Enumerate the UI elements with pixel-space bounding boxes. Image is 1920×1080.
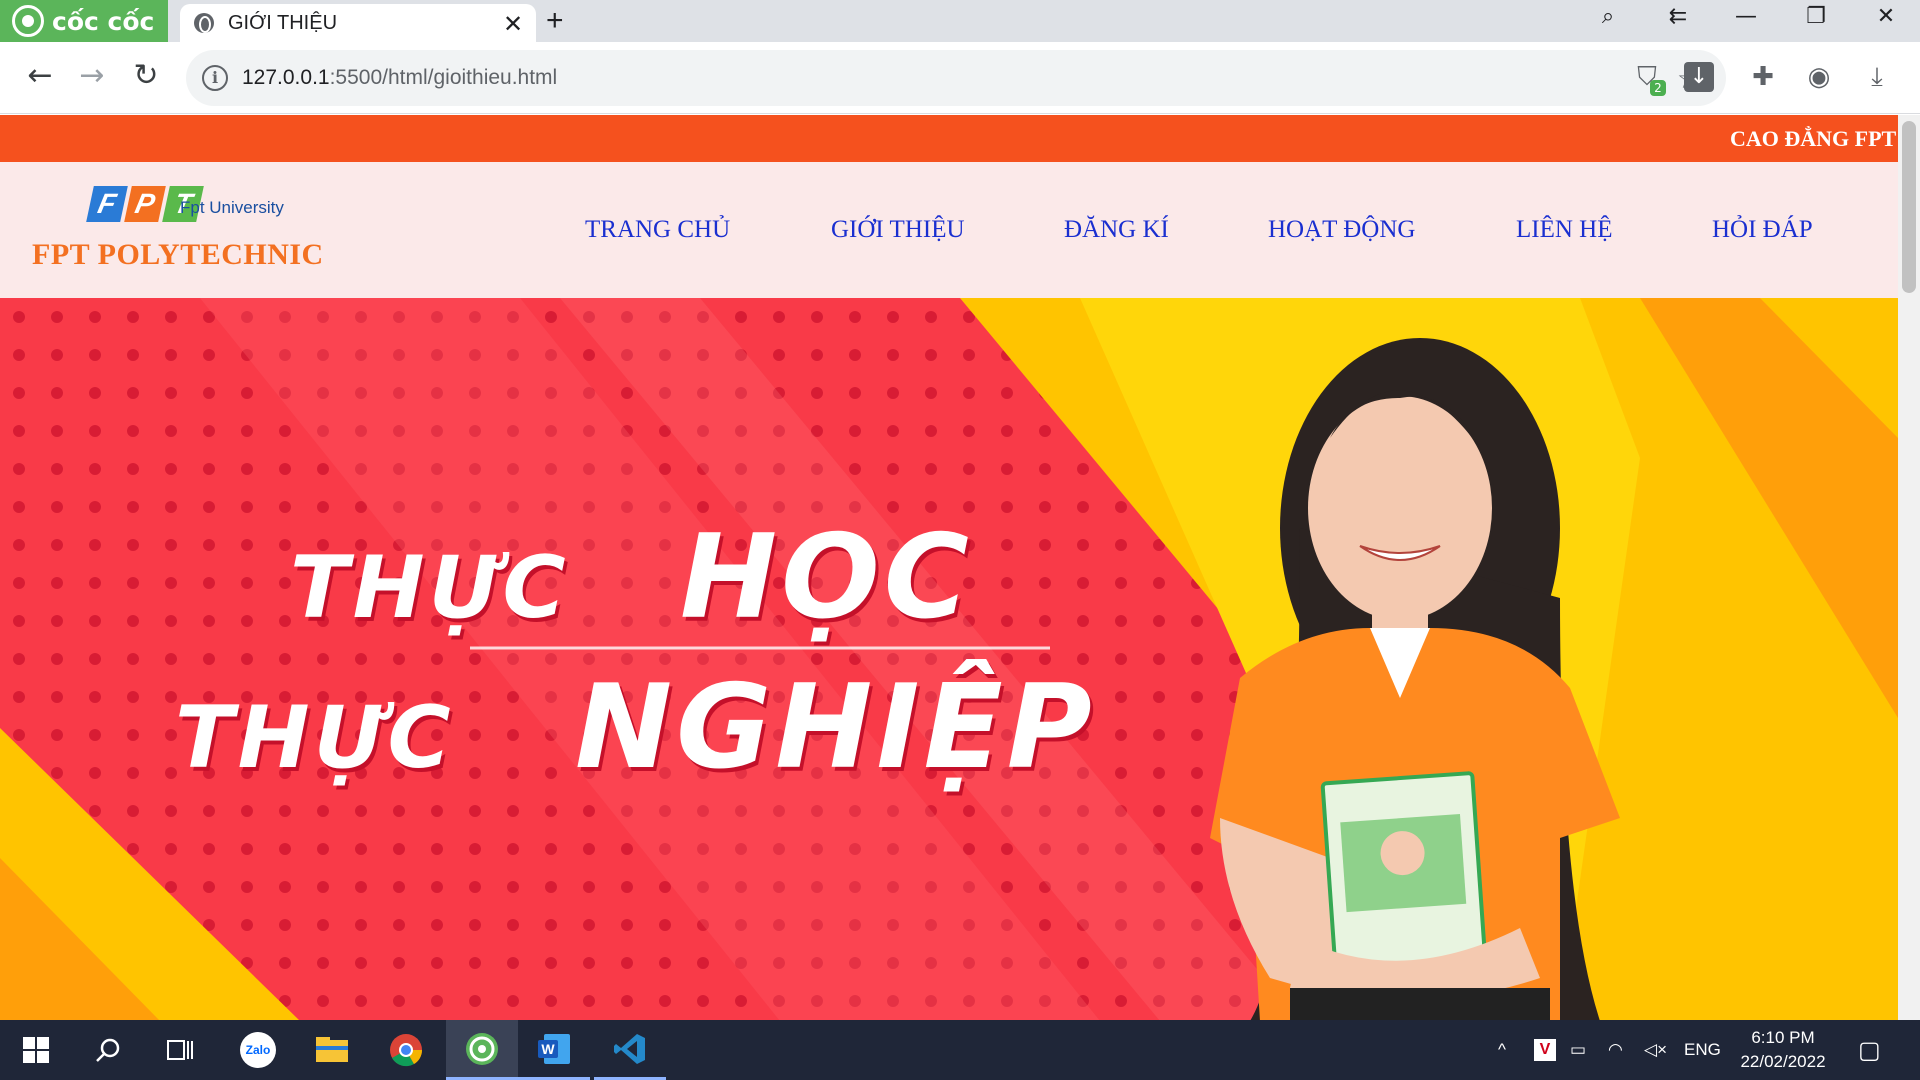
- show-hidden-icons[interactable]: ^: [1498, 1020, 1506, 1080]
- vietkey-icon[interactable]: V: [1534, 1020, 1556, 1080]
- address-bar[interactable]: i 127.0.0.1:5500/html/gioithieu.html ☆: [186, 50, 1726, 106]
- extensions-puzzle-icon[interactable]: ✚: [1748, 62, 1778, 92]
- browser-brand-button[interactable]: cốc cốc: [0, 0, 168, 42]
- browser-toolbar: ← → ↻ i 127.0.0.1:5500/html/gioithieu.ht…: [0, 42, 1920, 114]
- wifi-icon[interactable]: ◠: [1608, 1020, 1623, 1080]
- clock-time: 6:10 PM: [1751, 1028, 1815, 1047]
- task-view-button[interactable]: [144, 1020, 216, 1080]
- hero-text-nghiep: NGHIỆP: [575, 660, 1096, 795]
- extension-badge: 2: [1650, 80, 1666, 96]
- taskbar-zalo[interactable]: Zalo: [222, 1020, 294, 1080]
- downloads-icon[interactable]: ⤓: [1862, 62, 1892, 92]
- forward-button[interactable]: →: [72, 58, 112, 93]
- search-button[interactable]: [72, 1020, 144, 1080]
- coccoc-icon: [466, 1032, 498, 1065]
- hero-text-thuc-1: THỰC: [290, 538, 570, 638]
- taskbar-file-explorer[interactable]: [296, 1020, 368, 1080]
- language-indicator[interactable]: ENG: [1684, 1020, 1721, 1080]
- tab-gioi-thieu[interactable]: GIỚI THIỆU ✕: [180, 4, 536, 42]
- hero-banner: THỰC HỌC THỰC NGHIỆP: [0, 298, 1898, 1021]
- adblock-shield-icon[interactable]: ⛉ 2: [1632, 62, 1666, 96]
- vietkey-v-icon: V: [1534, 1039, 1556, 1061]
- page-search-icon[interactable]: ⌕: [1588, 4, 1628, 29]
- nav-gioi-thieu[interactable]: GIỚI THIỆU: [831, 216, 965, 244]
- hero-text-hoc: HỌC: [680, 510, 973, 645]
- restore-button[interactable]: ❐: [1796, 4, 1836, 29]
- volume-muted-icon[interactable]: ◁×: [1644, 1020, 1667, 1080]
- battery-icon[interactable]: ▭: [1570, 1020, 1586, 1080]
- close-tab-icon[interactable]: ✕: [500, 10, 526, 39]
- svg-text:W: W: [541, 1041, 555, 1057]
- windows-taskbar: Zalo W ^ V ▭ ◠ ◁× ENG 6:10 PM 22/02/2022…: [0, 1020, 1920, 1080]
- url-text[interactable]: 127.0.0.1:5500/html/gioithieu.html: [242, 66, 557, 90]
- word-icon: W: [538, 1033, 570, 1064]
- back-button[interactable]: ←: [20, 58, 60, 93]
- vscode-icon: [614, 1033, 645, 1064]
- task-view-icon: [167, 1040, 193, 1060]
- file-explorer-icon: [316, 1037, 348, 1062]
- nav-trang-chu[interactable]: TRANG CHỦ: [585, 216, 730, 244]
- site-header: F P T Fpt University FPT POLYTECHNIC TRA…: [0, 162, 1898, 298]
- savefrom-download-icon[interactable]: ↓: [1684, 62, 1714, 92]
- zalo-label: Zalo: [245, 1043, 271, 1057]
- notification-center-icon[interactable]: ▢: [1858, 1020, 1881, 1080]
- taskbar-word[interactable]: W: [518, 1020, 590, 1080]
- scrollbar-thumb[interactable]: [1902, 121, 1916, 293]
- new-tab-button[interactable]: +: [546, 4, 564, 38]
- browser-tab-strip: cốc cốc GIỚI THIỆU ✕ + ⌕ ⇇ — ❐ ✕: [0, 0, 1920, 42]
- hero-text-thuc-2: THỰC: [175, 688, 455, 788]
- chrome-icon: [390, 1034, 423, 1067]
- taskbar-coccoc[interactable]: [446, 1020, 518, 1080]
- marquee-banner: CAO ĐẲNG FPT: [0, 115, 1898, 162]
- web-page: CAO ĐẲNG FPT F P T Fpt University FPT PO…: [0, 115, 1898, 1021]
- close-window-button[interactable]: ✕: [1866, 4, 1906, 29]
- reload-button[interactable]: ↻: [126, 58, 166, 93]
- search-icon: [96, 1038, 120, 1062]
- nav-hoat-dong[interactable]: HOẠT ĐỘNG: [1268, 216, 1415, 244]
- start-button[interactable]: [0, 1020, 72, 1080]
- coccoc-logo-icon: [12, 5, 44, 37]
- taskbar-vscode[interactable]: [594, 1020, 666, 1080]
- minimize-button[interactable]: —: [1726, 4, 1766, 29]
- tab-list-icon[interactable]: ⇇: [1658, 4, 1698, 29]
- profile-avatar-icon[interactable]: ◉: [1804, 62, 1834, 92]
- main-nav: TRANG CHỦ GIỚI THIỆU ĐĂNG KÍ HOẠT ĐỘNG L…: [0, 162, 1898, 298]
- nav-hoi-dap[interactable]: HỎI ĐÁP: [1712, 216, 1813, 244]
- site-info-icon[interactable]: i: [202, 65, 228, 91]
- zalo-icon: Zalo: [240, 1032, 276, 1068]
- nav-lien-he[interactable]: LIÊN HỆ: [1516, 216, 1613, 244]
- globe-icon: [194, 13, 214, 33]
- nav-dang-ki[interactable]: ĐĂNG KÍ: [1064, 216, 1169, 244]
- clock-date: 22/02/2022: [1740, 1052, 1826, 1071]
- taskbar-chrome[interactable]: [370, 1020, 442, 1080]
- page-scrollbar[interactable]: [1898, 115, 1920, 1021]
- browser-brand-label: cốc cốc: [52, 6, 155, 36]
- marquee-text: CAO ĐẲNG FPT: [1730, 126, 1897, 151]
- system-clock[interactable]: 6:10 PM 22/02/2022: [1728, 1026, 1838, 1074]
- tab-title: GIỚI THIỆU: [228, 11, 338, 34]
- start-icon: [23, 1037, 49, 1063]
